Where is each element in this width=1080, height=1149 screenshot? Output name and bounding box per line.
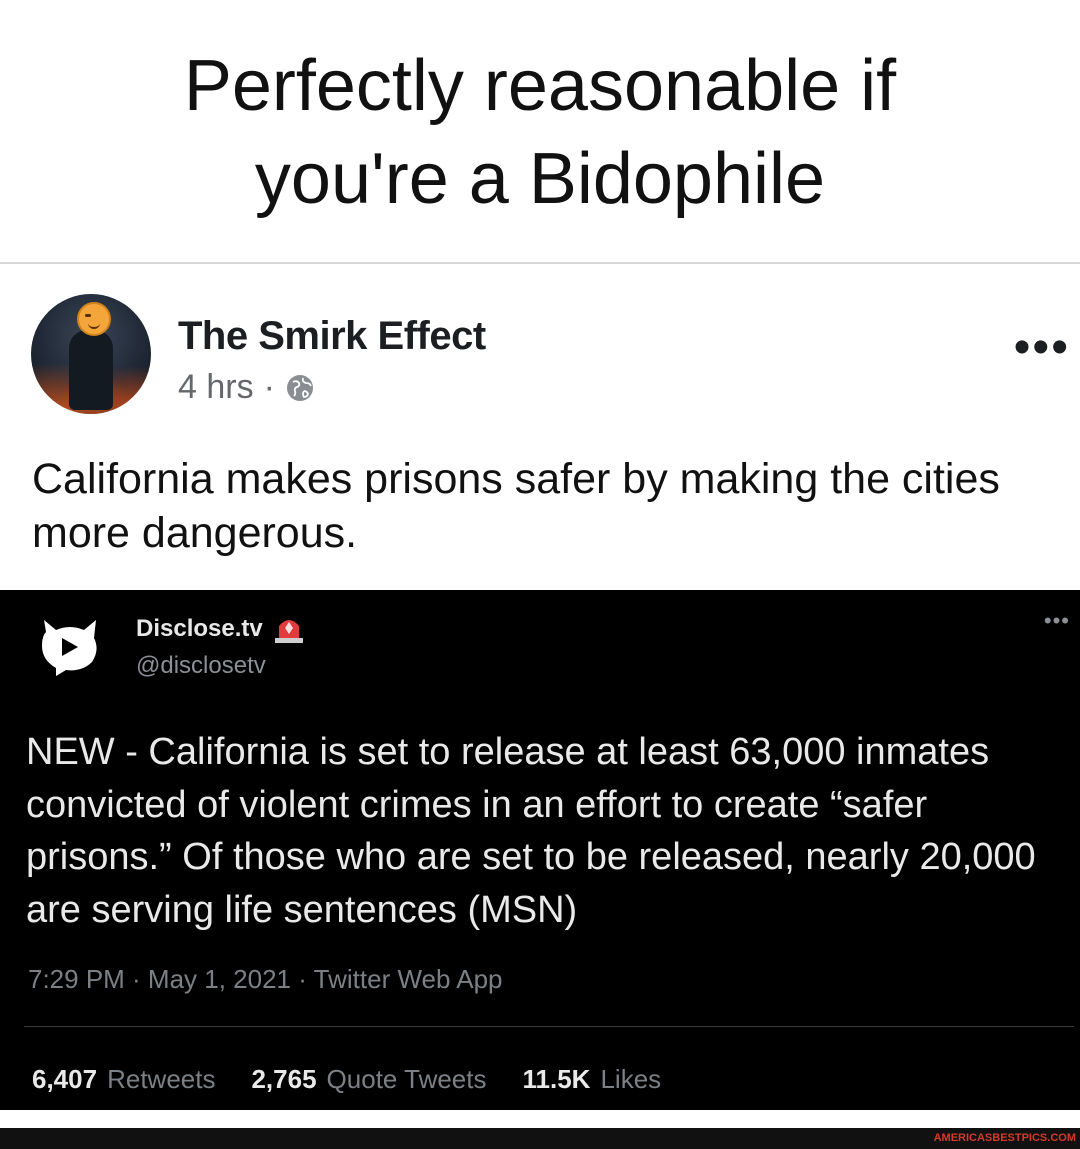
stat-count: 2,765	[251, 1064, 317, 1094]
divider	[0, 262, 1080, 264]
caption-line-1: Perfectly reasonable if	[183, 46, 897, 126]
watermark: AMERICASBESTPICS.COM	[933, 1132, 1076, 1144]
stat-likes[interactable]: 11.5K Likes	[523, 1064, 662, 1095]
post-header: The Smirk Effect 4 hrs · •••	[0, 290, 1080, 420]
embedded-tweet[interactable]: Disclose.tv @disclosetv ••• NEW - Califo…	[0, 590, 1080, 1110]
avatar-figure	[69, 330, 113, 410]
ellipsis-icon[interactable]: •••	[1014, 324, 1070, 372]
tweet-divider	[24, 1026, 1074, 1027]
stat-count: 6,407	[32, 1064, 98, 1094]
tweet-author-name: Disclose.tv	[136, 615, 263, 642]
stat-count: 11.5K	[522, 1064, 591, 1094]
post-meta: 4 hrs ·	[178, 368, 315, 407]
tweet-stats: 6,407 Retweets 2,765 Quote Tweets 11.5K …	[32, 1064, 661, 1095]
meta-separator: ·	[263, 368, 275, 406]
stat-label: Quote Tweets	[326, 1064, 487, 1094]
caption-line-2: you're a Bidophile	[254, 139, 826, 219]
tweet-handle[interactable]: @disclosetv	[136, 652, 266, 680]
smirk-emoji-icon	[77, 302, 111, 336]
stat-label: Likes	[600, 1064, 662, 1094]
tweet-more-icon[interactable]: •••	[1044, 608, 1070, 634]
stat-label: Retweets	[107, 1064, 216, 1094]
meme-caption: Perfectly reasonable if you're a Bidophi…	[0, 40, 1080, 226]
globe-icon	[286, 374, 313, 401]
stat-quote-tweets[interactable]: 2,765 Quote Tweets	[251, 1064, 486, 1095]
tweet-timestamp[interactable]: 7:29 PM · May 1, 2021 · Twitter Web App	[28, 964, 503, 995]
page-name[interactable]: The Smirk Effect	[178, 314, 486, 359]
post-time[interactable]: 4 hrs	[178, 368, 254, 407]
footer-bar: AMERICASBESTPICS.COM	[0, 1128, 1080, 1149]
disclosetv-logo-icon[interactable]	[34, 614, 106, 678]
avatar[interactable]	[31, 294, 151, 414]
tweet-author[interactable]: Disclose.tv	[136, 614, 305, 644]
siren-icon	[274, 620, 303, 643]
stat-retweets[interactable]: 6,407 Retweets	[32, 1064, 215, 1095]
post-text: California makes prisons safer by making…	[32, 455, 1000, 557]
tweet-text: NEW - California is set to release at le…	[26, 731, 1036, 931]
